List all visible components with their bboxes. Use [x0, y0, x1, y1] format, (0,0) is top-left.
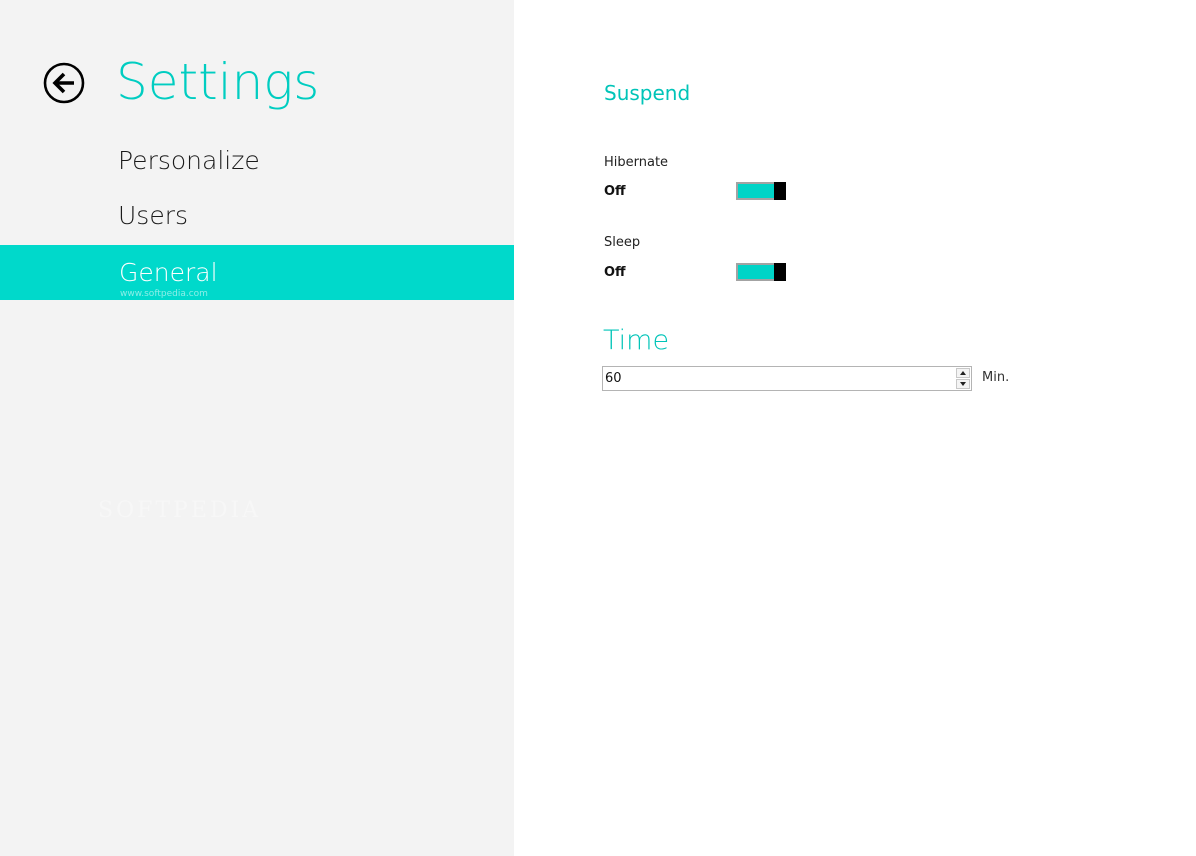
nav-item-label: Users — [118, 201, 189, 230]
time-unit-label: Min. — [982, 370, 1010, 385]
nav-item-label: Personalize — [118, 146, 260, 175]
section-title-suspend: Suspend — [604, 81, 691, 105]
sleep-toggle[interactable] — [736, 263, 786, 281]
nav-item-general[interactable]: SOFTPEDIA General — [0, 245, 514, 523]
spin-up-button[interactable] — [956, 368, 970, 378]
hibernate-label: Hibernate — [604, 155, 669, 170]
nav-item-users[interactable]: Users — [0, 188, 514, 243]
nav-item-personalize[interactable]: Personalize — [0, 133, 514, 188]
page-title: Settings — [116, 53, 320, 111]
time-input[interactable] — [604, 368, 955, 389]
hibernate-toggle[interactable] — [736, 182, 786, 200]
caret-up-icon — [960, 371, 966, 375]
caret-down-icon — [960, 382, 966, 386]
watermark-url: www.softpedia.com — [120, 289, 208, 299]
settings-nav-pane: Settings Personalize Users SOFTPEDIA Gen… — [0, 0, 514, 856]
spin-down-button[interactable] — [956, 379, 970, 389]
toggle-thumb[interactable] — [774, 182, 786, 200]
watermark-logo: SOFTPEDIA — [98, 498, 262, 523]
sleep-label: Sleep — [604, 235, 641, 250]
toggle-thumb[interactable] — [774, 263, 786, 281]
time-stepper — [602, 366, 972, 391]
sleep-state: Off — [604, 265, 626, 280]
section-title-time: Time — [603, 325, 670, 356]
hibernate-state: Off — [604, 184, 626, 199]
arrow-left-circle-icon — [43, 62, 85, 104]
back-button[interactable] — [43, 62, 85, 104]
toggle-track — [736, 182, 776, 200]
toggle-track — [736, 263, 776, 281]
